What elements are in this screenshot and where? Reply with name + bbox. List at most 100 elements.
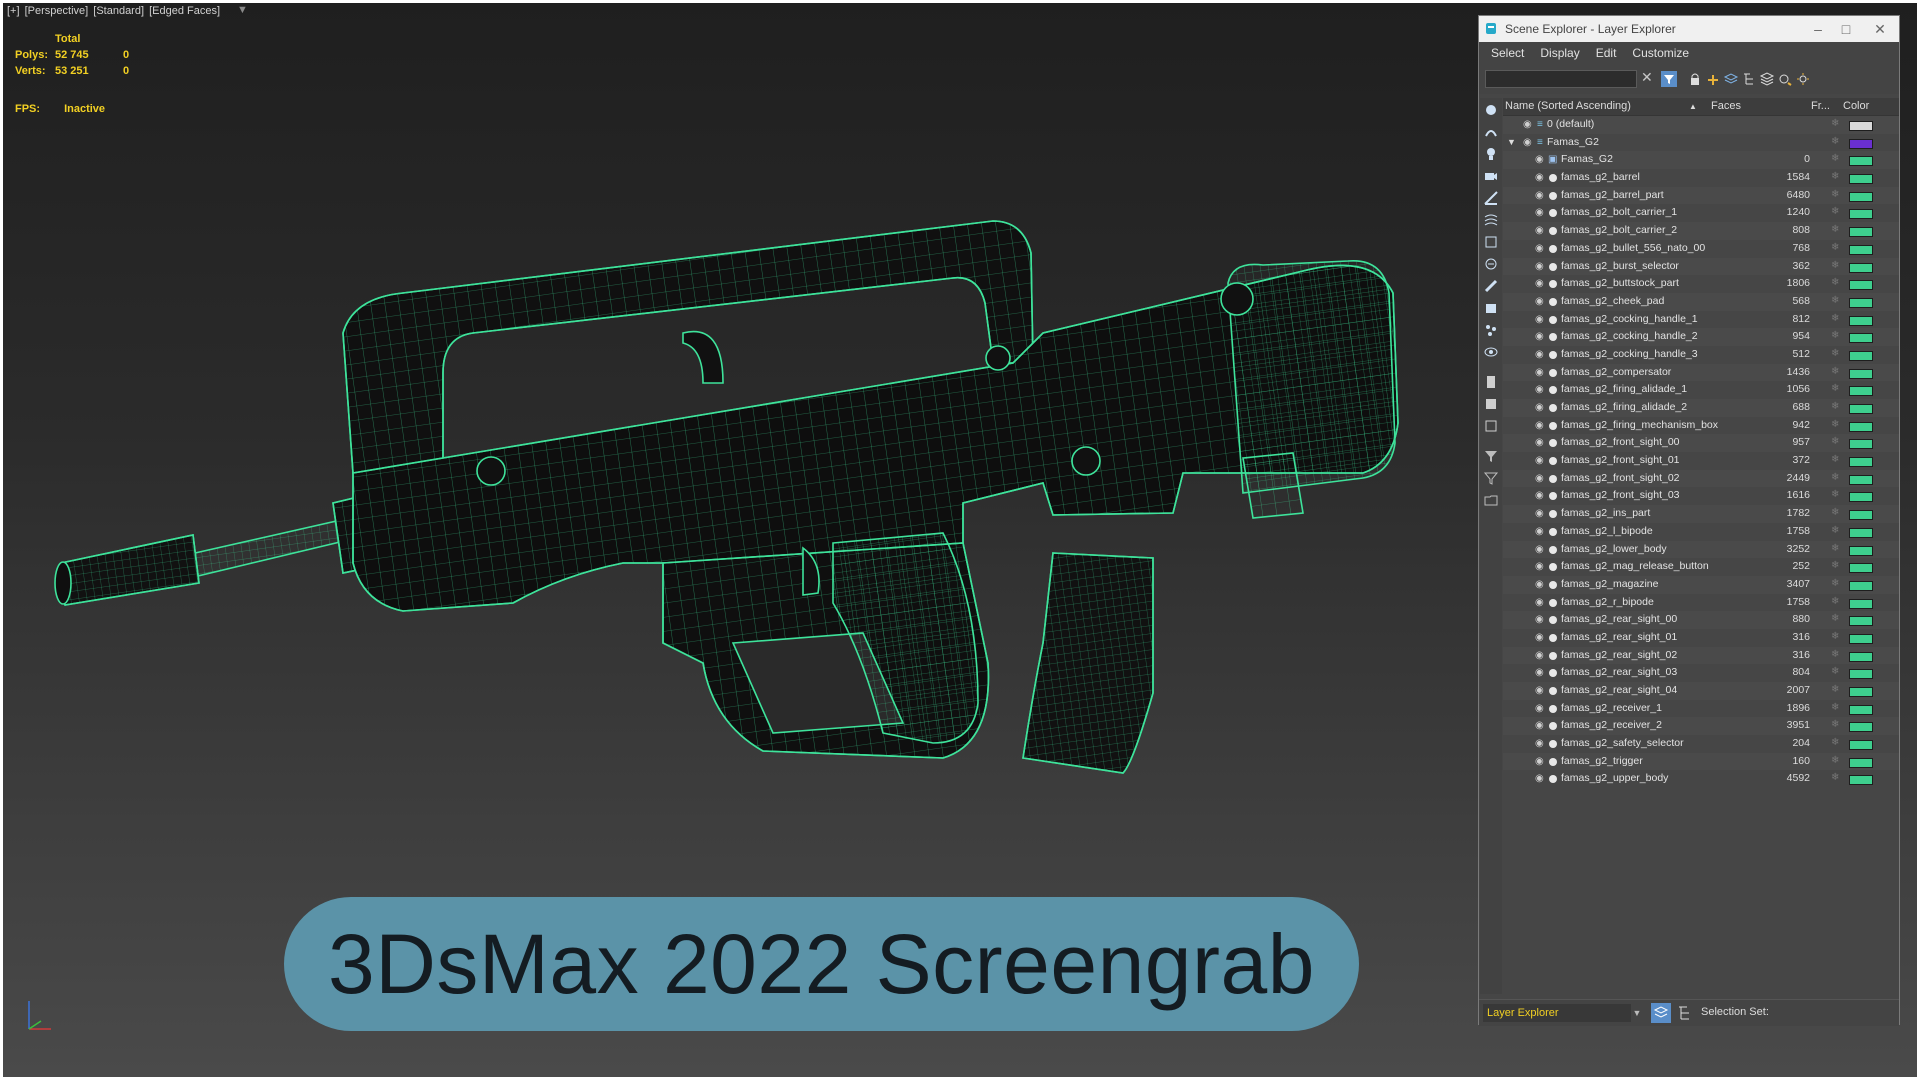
- visibility-eye-icon[interactable]: ◉: [1523, 137, 1532, 148]
- render-dot-icon[interactable]: [1549, 633, 1557, 642]
- clear-search-icon[interactable]: ✕: [1641, 69, 1653, 86]
- menu-select[interactable]: Select: [1491, 46, 1524, 60]
- table-row[interactable]: ◉ famas_g2_compersator 1436 ❄: [1503, 363, 1899, 382]
- freeze-icon[interactable]: ❄: [1831, 525, 1839, 536]
- freeze-icon[interactable]: ❄: [1831, 153, 1839, 164]
- filter-selected-icon[interactable]: [1483, 470, 1499, 486]
- table-row[interactable]: ◉ famas_g2_ins_part 1782 ❄: [1503, 505, 1899, 523]
- freeze-icon[interactable]: ❄: [1831, 189, 1839, 200]
- color-swatch[interactable]: [1849, 333, 1873, 344]
- visibility-eye-icon[interactable]: ◉: [1535, 261, 1544, 272]
- maximize-button[interactable]: □: [1833, 19, 1859, 39]
- render-dot-icon[interactable]: [1549, 315, 1557, 324]
- filter-toggle-icon[interactable]: [1483, 448, 1499, 464]
- hierarchy-icon[interactable]: [1741, 71, 1757, 87]
- visibility-eye-icon[interactable]: ◉: [1535, 667, 1544, 678]
- render-dot-icon[interactable]: [1549, 333, 1557, 342]
- color-swatch[interactable]: [1849, 350, 1873, 361]
- visibility-eye-icon[interactable]: ◉: [1535, 703, 1544, 714]
- visibility-eye-icon[interactable]: ◉: [1523, 119, 1532, 130]
- freeze-icon[interactable]: ❄: [1831, 649, 1839, 660]
- color-swatch[interactable]: [1849, 722, 1873, 733]
- table-row[interactable]: ◉ famas_g2_lower_body 3252 ❄: [1503, 540, 1899, 559]
- table-row[interactable]: ◉ ▣ Famas_G2 0 ❄: [1503, 151, 1899, 170]
- visibility-eye-icon[interactable]: ◉: [1535, 314, 1544, 325]
- visibility-eye-icon[interactable]: ◉: [1535, 207, 1544, 218]
- table-row[interactable]: ◉ famas_g2_rear_sight_04 2007 ❄: [1503, 682, 1899, 700]
- table-row[interactable]: ◉ famas_g2_cocking_handle_2 954 ❄: [1503, 328, 1899, 346]
- render-dot-icon[interactable]: [1549, 174, 1557, 183]
- render-dot-icon[interactable]: [1549, 580, 1557, 589]
- visibility-eye-icon[interactable]: ◉: [1535, 738, 1544, 749]
- freeze-icon[interactable]: ❄: [1831, 472, 1839, 483]
- color-swatch[interactable]: [1849, 775, 1873, 786]
- render-dot-icon[interactable]: [1549, 492, 1557, 501]
- render-dot-icon[interactable]: [1549, 740, 1557, 749]
- menu-edit[interactable]: Edit: [1596, 46, 1617, 60]
- display-shapes-icon[interactable]: [1483, 124, 1499, 140]
- table-row[interactable]: ▼ ◉ ≡ Famas_G2 ❄: [1503, 134, 1899, 152]
- table-row[interactable]: ◉ famas_g2_barrel 1584 ❄: [1503, 169, 1899, 187]
- freeze-icon[interactable]: ❄: [1831, 489, 1839, 500]
- table-row[interactable]: ◉ famas_g2_firing_alidade_2 688 ❄: [1503, 399, 1899, 417]
- freeze-icon[interactable]: ❄: [1831, 666, 1839, 677]
- visibility-eye-icon[interactable]: ◉: [1535, 190, 1544, 201]
- table-row[interactable]: ◉ famas_g2_front_sight_00 957 ❄: [1503, 434, 1899, 453]
- table-row[interactable]: ◉ famas_g2_front_sight_02 2449 ❄: [1503, 469, 1899, 488]
- table-row[interactable]: ◉ ≡ 0 (default) ❄: [1503, 116, 1899, 134]
- chevron-down-icon[interactable]: ▼: [1631, 1004, 1643, 1022]
- color-swatch[interactable]: [1849, 421, 1873, 432]
- visibility-eye-icon[interactable]: ◉: [1535, 614, 1544, 625]
- render-dot-icon[interactable]: [1549, 510, 1557, 519]
- table-row[interactable]: ◉ famas_g2_rear_sight_00 880 ❄: [1503, 611, 1899, 629]
- visibility-eye-icon[interactable]: ◉: [1535, 720, 1544, 731]
- table-row[interactable]: ◉ famas_g2_bolt_carrier_2 808 ❄: [1503, 222, 1899, 240]
- visibility-eye-icon[interactable]: ◉: [1535, 561, 1544, 572]
- color-swatch[interactable]: [1849, 563, 1873, 574]
- color-swatch[interactable]: [1849, 297, 1873, 308]
- color-swatch[interactable]: [1849, 704, 1873, 715]
- visibility-eye-icon[interactable]: ◉: [1535, 756, 1544, 767]
- color-swatch[interactable]: [1849, 386, 1873, 397]
- visibility-eye-icon[interactable]: ◉: [1535, 579, 1544, 590]
- render-dot-icon[interactable]: [1549, 280, 1557, 289]
- freeze-icon[interactable]: ❄: [1831, 507, 1839, 518]
- table-row[interactable]: ◉ famas_g2_barrel_part 6480 ❄: [1503, 186, 1899, 205]
- table-row[interactable]: ◉ famas_g2_bolt_carrier_1 1240 ❄: [1503, 204, 1899, 222]
- sort-by-hierarchy-icon[interactable]: [1675, 1003, 1695, 1023]
- render-dot-icon[interactable]: [1549, 474, 1557, 483]
- render-dot-icon[interactable]: [1549, 297, 1557, 306]
- color-swatch[interactable]: [1849, 740, 1873, 751]
- color-swatch[interactable]: [1849, 404, 1873, 414]
- visibility-eye-icon[interactable]: ◉: [1535, 597, 1544, 608]
- freeze-icon[interactable]: ❄: [1831, 684, 1839, 695]
- freeze-icon[interactable]: ❄: [1831, 543, 1839, 554]
- visibility-eye-icon[interactable]: ◉: [1535, 384, 1544, 395]
- display-geometry-icon[interactable]: [1483, 102, 1499, 118]
- display-influences-icon[interactable]: [1483, 396, 1499, 412]
- expand-toggle-icon[interactable]: ▼: [1507, 137, 1516, 147]
- freeze-icon[interactable]: ❄: [1831, 436, 1839, 447]
- freeze-icon[interactable]: ❄: [1831, 755, 1839, 766]
- table-row[interactable]: ◉ famas_g2_upper_body 4592 ❄: [1503, 770, 1899, 788]
- color-swatch[interactable]: [1849, 598, 1873, 609]
- render-dot-icon[interactable]: [1549, 191, 1557, 200]
- render-dot-icon[interactable]: [1549, 757, 1557, 766]
- freeze-icon[interactable]: ❄: [1831, 454, 1839, 465]
- freeze-icon[interactable]: ❄: [1831, 401, 1839, 412]
- folder-icon[interactable]: [1483, 492, 1499, 508]
- visibility-eye-icon[interactable]: ◉: [1535, 526, 1544, 537]
- render-dot-icon[interactable]: [1549, 244, 1557, 253]
- visibility-eye-icon[interactable]: ◉: [1535, 773, 1544, 784]
- color-swatch[interactable]: [1849, 191, 1873, 202]
- render-dot-icon[interactable]: [1549, 651, 1557, 660]
- layer-stack-icon[interactable]: [1759, 71, 1775, 87]
- freeze-icon[interactable]: ❄: [1831, 578, 1839, 589]
- column-header-faces[interactable]: Faces: [1711, 100, 1741, 112]
- render-dot-icon[interactable]: [1549, 545, 1557, 554]
- filter-icon[interactable]: [1661, 71, 1677, 87]
- visibility-eye-icon[interactable]: ◉: [1535, 420, 1544, 431]
- color-swatch[interactable]: [1849, 527, 1873, 538]
- table-row[interactable]: ◉ famas_g2_buttstock_part 1806 ❄: [1503, 275, 1899, 293]
- table-row[interactable]: ◉ famas_g2_l_bipode 1758 ❄: [1503, 523, 1899, 541]
